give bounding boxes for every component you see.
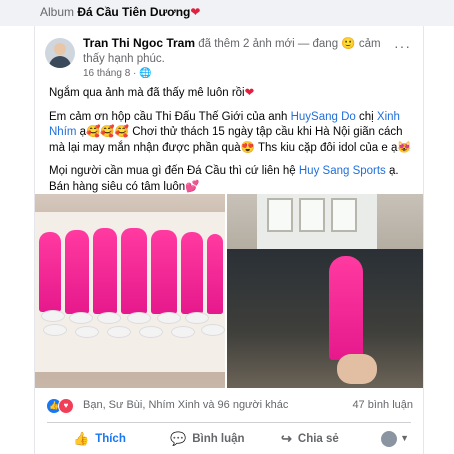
post-paragraph-2: Em cảm ơn hộp cầu Thi Đấu Thế Giới của a… bbox=[49, 110, 414, 157]
post-p2-text-b: chị bbox=[355, 110, 377, 123]
post-p1-text: Ngắm qua ảnh mà đã thấy mê luôn rồi bbox=[49, 87, 245, 99]
photo-shuttlecock-box[interactable] bbox=[35, 194, 225, 388]
post-date-link[interactable]: 16 tháng 8 bbox=[83, 68, 130, 79]
post-card: Tran Thi Ngoc Tram đã thêm 2 ảnh mới — đ… bbox=[34, 26, 424, 454]
window-pane-2 bbox=[299, 198, 325, 232]
cork-8 bbox=[75, 326, 99, 338]
window-pane-3 bbox=[331, 198, 357, 232]
feeling-emoji: 🙂 bbox=[341, 38, 356, 50]
post-meta: 16 tháng 8 · 🌐 bbox=[83, 68, 152, 79]
photo-grid bbox=[35, 194, 423, 388]
like-label: Thích bbox=[95, 433, 126, 445]
love-reaction-icon: ♥ bbox=[58, 398, 74, 414]
post-p2-text-a: Em cảm ơn hộp cầu Thi Đấu Thế Giới của a… bbox=[49, 110, 291, 123]
cork-6 bbox=[185, 312, 209, 324]
cork-12 bbox=[201, 324, 225, 336]
action-bar: 👍 Thích 💬 Bình luận ↪ Chia sẻ ▼ bbox=[35, 428, 423, 452]
post-p3-text-a: Mọi người cần mua gì đến Đá Cầu thì cứ l… bbox=[49, 165, 299, 177]
viewer-avatar[interactable] bbox=[381, 431, 397, 447]
author-name-link[interactable]: Tran Thi Ngoc Tram bbox=[83, 36, 195, 50]
mention-huy-sang-sports[interactable]: Huy Sang Sports bbox=[299, 165, 386, 177]
like-button[interactable]: 👍 Thích bbox=[73, 428, 126, 450]
comment-button[interactable]: 💬 Bình luận bbox=[170, 428, 245, 450]
divider bbox=[47, 422, 411, 423]
share-icon: ↪ bbox=[281, 431, 292, 446]
feather-1 bbox=[39, 232, 61, 312]
share-button[interactable]: ↪ Chia sẻ bbox=[281, 428, 339, 450]
comment-count-link[interactable]: 47 bình luận bbox=[352, 399, 413, 411]
post-body: Ngắm qua ảnh mà đã thấy mê luôn rồi❤ Em … bbox=[49, 86, 414, 203]
thumbs-up-icon: 👍 bbox=[73, 431, 90, 446]
reaction-names-link[interactable]: Bạn, Sư Bùi, Nhím Xinh và 96 người khác bbox=[83, 399, 288, 411]
comment-label: Bình luận bbox=[192, 433, 245, 445]
cork-9 bbox=[107, 326, 131, 338]
post-activity: đã thêm 2 ảnh mới — đang bbox=[195, 38, 342, 50]
chevron-down-icon[interactable]: ▼ bbox=[400, 433, 409, 443]
avatar[interactable] bbox=[45, 38, 75, 68]
post-paragraph-1: Ngắm qua ảnh mà đã thấy mê luôn rồi❤ bbox=[49, 86, 414, 102]
comment-icon: 💬 bbox=[170, 431, 187, 446]
background-door bbox=[227, 249, 423, 388]
album-breadcrumb: Album Đá Cầu Tiên Dương❤ bbox=[40, 5, 200, 19]
held-feather bbox=[329, 256, 363, 360]
feather-4 bbox=[121, 228, 147, 314]
post-p2-text-c: ạ🥰🥰🥰 Chơi thử thách 15 ngày tập cầu khi … bbox=[49, 126, 412, 154]
feather-6 bbox=[181, 232, 203, 314]
album-heart-emoji: ❤ bbox=[190, 5, 201, 19]
feather-5 bbox=[151, 230, 177, 314]
more-options-icon[interactable]: ··· bbox=[394, 38, 411, 54]
cork-5 bbox=[157, 312, 181, 324]
album-header-bar: Album Đá Cầu Tiên Dương❤ bbox=[0, 0, 454, 26]
feather-3 bbox=[93, 228, 117, 314]
share-label: Chia sẻ bbox=[297, 433, 339, 445]
hand bbox=[337, 354, 377, 384]
window-pane-1 bbox=[267, 198, 293, 232]
post-header: Tran Thi Ngoc Tram đã thêm 2 ảnh mới — đ… bbox=[83, 36, 383, 67]
album-name-link[interactable]: Đá Cầu Tiên Dương bbox=[77, 5, 190, 19]
heart-emoji: ❤ bbox=[244, 87, 255, 99]
feather-2 bbox=[65, 230, 89, 314]
cork-3 bbox=[97, 312, 121, 324]
post-paragraph-3: Mọi người cần mua gì đến Đá Cầu thì cứ l… bbox=[49, 164, 414, 195]
photo-shuttlecock-held[interactable] bbox=[227, 194, 423, 388]
cork-4 bbox=[127, 312, 151, 324]
globe-icon: 🌐 bbox=[139, 68, 152, 79]
avatar-face bbox=[54, 43, 66, 55]
mention-huysang-do[interactable]: HuySang Do bbox=[291, 111, 356, 123]
cork-11 bbox=[171, 326, 195, 338]
feather-7 bbox=[207, 234, 223, 314]
reactions-bar: 👍 ♥ Bạn, Sư Bùi, Nhím Xinh và 96 người kh… bbox=[47, 398, 413, 416]
cork-1 bbox=[41, 310, 65, 322]
cork-10 bbox=[139, 326, 163, 338]
album-label: Album bbox=[40, 5, 75, 19]
avatar-body bbox=[49, 56, 71, 68]
cork-2 bbox=[69, 312, 93, 324]
cork-7 bbox=[43, 324, 67, 336]
